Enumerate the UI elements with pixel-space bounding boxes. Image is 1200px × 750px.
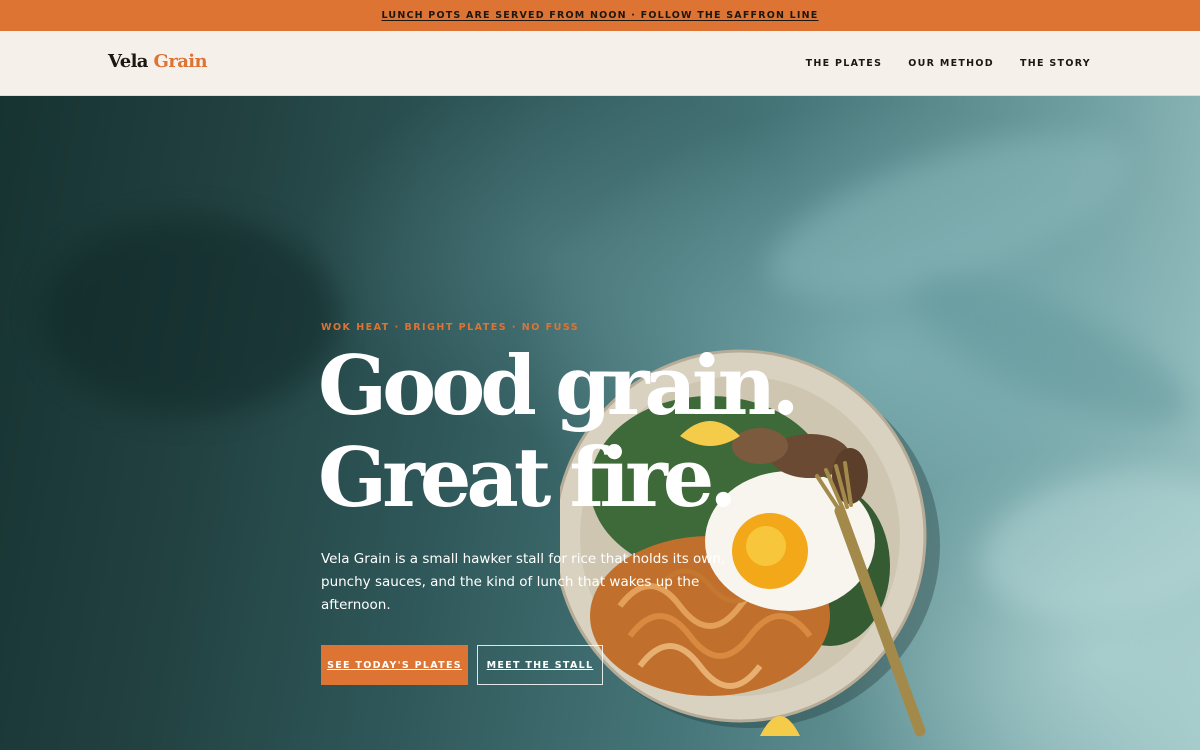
nav-link-the-plates[interactable]: THE PLATES: [806, 58, 883, 69]
site-header: Vela Grain THE PLATES OUR METHOD THE STO…: [0, 31, 1200, 96]
see-todays-plates-button[interactable]: SEE TODAY'S PLATES: [321, 645, 468, 685]
hero-eyebrow: WOK HEAT · BRIGHT PLATES · NO FUSS: [321, 322, 580, 333]
brush-texture: [40, 216, 340, 416]
site-logo[interactable]: Vela Grain: [108, 51, 208, 72]
hero-headline-line-2: Great fire.: [318, 431, 738, 526]
logo-word-grain: Grain: [153, 51, 208, 72]
meet-the-stall-button[interactable]: MEET THE STALL: [477, 645, 603, 685]
main-nav: THE PLATES OUR METHOD THE STORY: [806, 58, 1091, 69]
announcement-link[interactable]: LUNCH POTS ARE SERVED FROM NOON · FOLLOW…: [381, 10, 818, 21]
hero-headline-line-1: Good grain.: [318, 339, 800, 434]
hero-headline: Good grain. Great fire.: [318, 341, 1038, 525]
logo-word-vela: Vela: [108, 51, 148, 72]
nav-link-our-method[interactable]: OUR METHOD: [908, 58, 994, 69]
hero-intro-text: Vela Grain is a small hawker stall for r…: [321, 551, 726, 613]
hero-section: WOK HEAT · BRIGHT PLATES · NO FUSS Good …: [0, 96, 1200, 750]
announcement-bar: LUNCH POTS ARE SERVED FROM NOON · FOLLOW…: [0, 0, 1200, 31]
nav-link-the-story[interactable]: THE STORY: [1020, 58, 1091, 69]
